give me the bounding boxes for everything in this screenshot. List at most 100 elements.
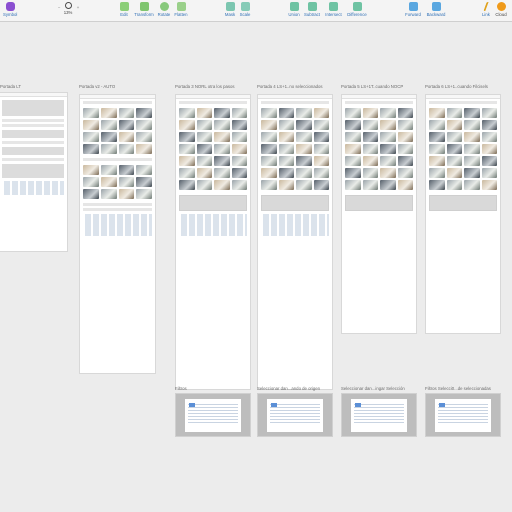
product-thumb[interactable] (296, 144, 312, 154)
product-thumb[interactable] (345, 168, 361, 178)
product-thumb[interactable] (464, 132, 480, 142)
zoom-control[interactable]: 13% (63, 1, 73, 15)
product-thumb[interactable] (313, 120, 329, 130)
product-thumb[interactable] (196, 180, 212, 190)
product-thumb[interactable] (136, 177, 152, 187)
product-thumb[interactable] (446, 156, 462, 166)
product-thumb[interactable] (118, 189, 135, 199)
product-thumb[interactable] (118, 132, 135, 142)
product-thumb[interactable] (231, 180, 247, 190)
product-thumb[interactable] (429, 132, 445, 142)
product-thumb[interactable] (429, 120, 445, 130)
product-thumb[interactable] (397, 180, 413, 190)
product-thumb[interactable] (362, 168, 378, 178)
artboard-filtros[interactable] (175, 393, 251, 437)
product-thumb[interactable] (464, 168, 480, 178)
product-thumb[interactable] (231, 144, 247, 154)
mask-button[interactable]: Mask (224, 1, 236, 17)
product-thumb[interactable] (362, 108, 378, 118)
product-thumb[interactable] (278, 132, 294, 142)
product-thumb[interactable] (313, 168, 329, 178)
product-thumb[interactable] (481, 180, 497, 190)
product-thumb[interactable] (278, 156, 294, 166)
product-thumb[interactable] (118, 120, 135, 130)
product-thumb[interactable] (261, 120, 277, 130)
product-thumb[interactable] (446, 144, 462, 154)
product-thumb[interactable] (481, 168, 497, 178)
product-thumb[interactable] (83, 144, 99, 154)
product-thumb[interactable] (429, 168, 445, 178)
artboard-portada-lt[interactable] (0, 92, 68, 252)
product-thumb[interactable] (179, 132, 195, 142)
product-thumb[interactable] (481, 132, 497, 142)
artboard-portada-3[interactable] (175, 94, 251, 390)
product-thumb[interactable] (464, 108, 480, 118)
flatten-button[interactable]: Flatten (173, 1, 189, 17)
product-thumb[interactable] (231, 108, 247, 118)
product-thumb[interactable] (429, 180, 445, 190)
zoom-in-button[interactable]: + (75, 5, 81, 10)
product-thumb[interactable] (261, 156, 277, 166)
rotate-button[interactable]: Rotate (157, 1, 171, 17)
product-thumb[interactable] (380, 168, 396, 178)
product-thumb[interactable] (296, 132, 312, 142)
product-thumb[interactable] (464, 180, 480, 190)
product-thumb[interactable] (179, 120, 195, 130)
product-thumb[interactable] (179, 108, 195, 118)
product-thumb[interactable] (100, 132, 117, 142)
difference-button[interactable]: Difference (345, 1, 369, 17)
artboard-label[interactable]: Seleccionar dan...ando de origen (257, 386, 320, 391)
product-thumb[interactable] (261, 144, 277, 154)
artboard-label[interactable]: Seleccionar dan...ingar Selección (341, 386, 405, 391)
artboard-seleccionar-seleccion[interactable] (341, 393, 417, 437)
product-thumb[interactable] (83, 132, 99, 142)
product-thumb[interactable] (214, 144, 230, 154)
product-thumb[interactable] (118, 108, 135, 118)
product-thumb[interactable] (446, 180, 462, 190)
product-thumb[interactable] (446, 120, 462, 130)
edit-button[interactable]: Edit (118, 1, 130, 17)
cloud-button[interactable]: Cloud (494, 1, 508, 17)
product-thumb[interactable] (345, 144, 361, 154)
artboard-portada-v2[interactable] (79, 94, 156, 374)
product-thumb[interactable] (196, 156, 212, 166)
product-thumb[interactable] (214, 180, 230, 190)
product-thumb[interactable] (196, 144, 212, 154)
symbol-button[interactable]: Symbol (3, 1, 17, 17)
product-thumb[interactable] (179, 168, 195, 178)
product-thumb[interactable] (136, 120, 152, 130)
product-thumb[interactable] (397, 156, 413, 166)
product-thumb[interactable] (278, 144, 294, 154)
product-thumb[interactable] (196, 168, 212, 178)
product-thumb[interactable] (83, 177, 99, 187)
product-thumb[interactable] (446, 168, 462, 178)
product-thumb[interactable] (231, 168, 247, 178)
product-thumb[interactable] (345, 132, 361, 142)
product-thumb[interactable] (118, 144, 135, 154)
product-thumb[interactable] (380, 108, 396, 118)
product-thumb[interactable] (397, 132, 413, 142)
artboard-label[interactable]: Portada 5 LS+1T..cuando NOCP (341, 84, 403, 89)
product-thumb[interactable] (481, 120, 497, 130)
product-thumb[interactable] (83, 120, 99, 130)
product-thumb[interactable] (278, 120, 294, 130)
product-thumb[interactable] (313, 144, 329, 154)
product-thumb[interactable] (429, 156, 445, 166)
canvas[interactable]: Portada LT Portada v2 - AUTO Portada 3 N… (0, 22, 512, 512)
product-thumb[interactable] (446, 132, 462, 142)
product-thumb[interactable] (446, 108, 462, 118)
product-thumb[interactable] (214, 168, 230, 178)
product-thumb[interactable] (296, 156, 312, 166)
product-thumb[interactable] (313, 180, 329, 190)
product-thumb[interactable] (118, 177, 135, 187)
product-thumb[interactable] (83, 189, 99, 199)
product-thumb[interactable] (231, 132, 247, 142)
product-thumb[interactable] (345, 108, 361, 118)
backward-button[interactable]: Backward (424, 1, 448, 17)
product-thumb[interactable] (313, 132, 329, 142)
product-thumb[interactable] (100, 189, 117, 199)
scale-button[interactable]: Scale (239, 1, 251, 17)
subtract-button[interactable]: Subtract (302, 1, 322, 17)
product-thumb[interactable] (481, 108, 497, 118)
product-thumb[interactable] (380, 180, 396, 190)
